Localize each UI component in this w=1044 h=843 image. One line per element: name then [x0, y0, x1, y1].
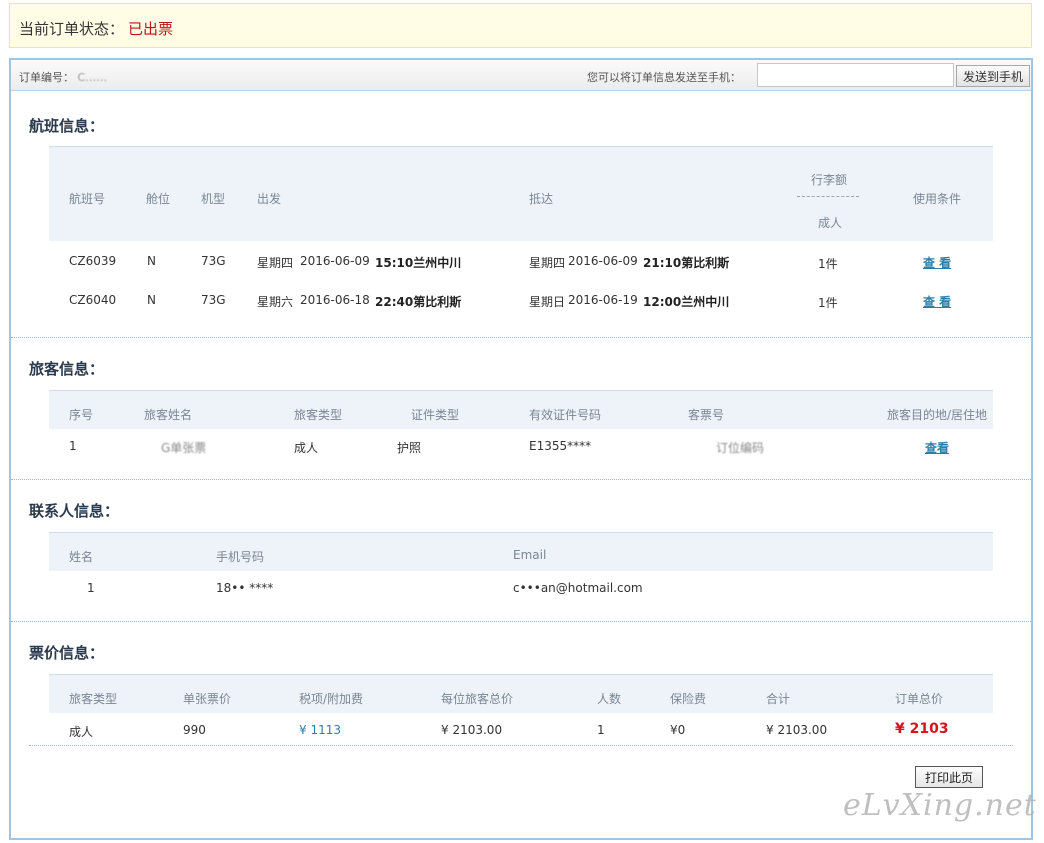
aircraft: 73G — [201, 254, 226, 268]
header-destination: 旅客目的地/居住地 — [887, 408, 988, 422]
header-id-number: 有效证件号码 — [529, 408, 602, 422]
header-baggage-adult: 成人 — [818, 216, 843, 230]
passenger-name: G单张票 — [161, 441, 207, 455]
header-count: 人数 — [597, 692, 622, 706]
header-conditions: 使用条件 — [913, 192, 962, 206]
order-detail-panel: 订单编号： C…… 您可以将订单信息发送至手机： 发送到手机 航班信息： 航班号… — [9, 58, 1036, 840]
header-id-type: 证件类型 — [411, 408, 460, 422]
contact-name: 1 — [87, 581, 95, 595]
site-watermark: eLvXing.net — [843, 788, 1037, 823]
print-page-button[interactable]: 打印此页 — [915, 766, 983, 788]
header-passenger-name: 旅客姓名 — [144, 408, 193, 422]
phone-input[interactable] — [757, 63, 954, 87]
price-row-divider — [29, 745, 1013, 746]
arrival-time-place: 21:10第比利斯 — [643, 256, 730, 270]
subtotal: ¥ 2103.00 — [766, 723, 828, 737]
contact-phone: 18•• **** — [216, 581, 274, 595]
aircraft: 73G — [201, 293, 226, 307]
arrival-time-place: 12:00兰州中川 — [643, 295, 730, 309]
arrival-date: 2016-06-09 — [568, 254, 638, 268]
header-cabin: 舱位 — [146, 192, 171, 206]
cabin: N — [147, 254, 156, 268]
order-number-value: C…… — [77, 71, 108, 84]
passenger-type: 成人 — [294, 441, 319, 455]
id-number: E1355**** — [529, 439, 592, 453]
order-status-label: 当前订单状态： — [19, 20, 125, 38]
flight-no: CZ6039 — [69, 254, 117, 268]
order-status-bar: 当前订单状态： 已出票 — [9, 3, 1032, 48]
header-index: 序号 — [69, 408, 94, 422]
order-status-value: 已出票 — [128, 20, 174, 38]
view-conditions-link[interactable]: 查 看 — [923, 293, 951, 310]
section-divider — [11, 479, 1031, 480]
header-insurance: 保险费 — [670, 692, 707, 706]
header-arrival: 抵达 — [529, 192, 554, 206]
ticket-number: 订位编码 — [716, 441, 765, 455]
cabin: N — [147, 293, 156, 307]
order-total: ¥ 2103 — [895, 721, 949, 737]
header-tax: 税项/附加费 — [299, 692, 364, 706]
header-fare-type: 旅客类型 — [69, 692, 118, 706]
departure-time-place: 22:40第比利斯 — [375, 295, 462, 309]
departure-day: 星期六 — [257, 295, 294, 309]
flight-table-header — [49, 146, 993, 241]
single-fare: 990 — [183, 723, 206, 737]
passenger-count: 1 — [597, 723, 605, 737]
send-to-phone-button[interactable]: 发送到手机 — [956, 65, 1030, 87]
header-flight-no: 航班号 — [69, 192, 106, 206]
view-conditions-link[interactable]: 查 看 — [923, 254, 951, 271]
header-passenger-type: 旅客类型 — [294, 408, 343, 422]
baggage-divider — [797, 196, 859, 197]
departure-day: 星期四 — [257, 256, 294, 270]
baggage-allowance: 1件 — [818, 296, 838, 310]
insurance-fee: ¥0 — [670, 723, 686, 737]
tax-amount: ¥ 1113 — [299, 723, 341, 737]
fare-type: 成人 — [69, 725, 94, 739]
header-ticket-number: 客票号 — [688, 408, 725, 422]
header-subtotal: 合计 — [766, 692, 791, 706]
price-section-title: 票价信息： — [29, 644, 105, 662]
arrival-day: 星期日 — [529, 295, 566, 309]
order-header-strip: 订单编号： C…… 您可以将订单信息发送至手机： 发送到手机 — [11, 60, 1031, 91]
departure-date: 2016-06-09 — [300, 254, 370, 268]
header-single-fare: 单张票价 — [183, 692, 232, 706]
header-departure: 出发 — [257, 192, 282, 206]
baggage-allowance: 1件 — [818, 257, 838, 271]
per-passenger-total: ¥ 2103.00 — [441, 723, 503, 737]
arrival-day: 星期四 — [529, 256, 566, 270]
header-phone: 手机号码 — [216, 550, 265, 564]
view-destination-link[interactable]: 查看 — [925, 439, 949, 456]
flight-section-title: 航班信息： — [29, 117, 105, 135]
header-order-total: 订单总价 — [895, 692, 944, 706]
section-divider — [11, 621, 1031, 622]
passenger-section-title: 旅客信息： — [29, 360, 105, 378]
header-per-passenger-total: 每位旅客总价 — [441, 692, 514, 706]
sms-label: 您可以将订单信息发送至手机： — [587, 71, 741, 84]
arrival-date: 2016-06-19 — [568, 293, 638, 307]
contact-section-title: 联系人信息： — [29, 502, 120, 520]
id-type: 护照 — [397, 441, 422, 455]
header-email: Email — [513, 548, 547, 562]
contact-email: c•••an@hotmail.com — [513, 581, 643, 595]
passenger-index: 1 — [69, 439, 77, 453]
order-number-label: 订单编号： — [19, 71, 74, 84]
departure-date: 2016-06-18 — [300, 293, 370, 307]
header-baggage: 行李额 — [811, 173, 848, 187]
header-aircraft: 机型 — [201, 192, 226, 206]
order-number: 订单编号： C…… — [19, 69, 107, 85]
header-contact-name: 姓名 — [69, 550, 94, 564]
departure-time-place: 15:10兰州中川 — [375, 256, 462, 270]
flight-no: CZ6040 — [69, 293, 117, 307]
section-divider — [11, 337, 1031, 338]
